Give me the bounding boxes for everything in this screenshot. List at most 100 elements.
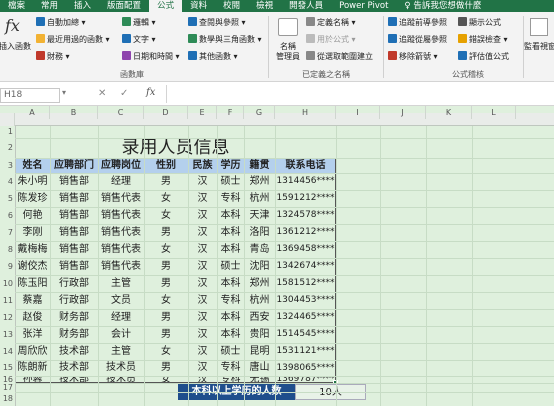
autosum-label: 自動加總 (47, 18, 79, 27)
trace-prec-label: 追蹤前導參照 (399, 18, 447, 27)
logical-button[interactable]: 邏輯 ▾ (122, 17, 156, 28)
row-header[interactable]: 14 (0, 343, 15, 360)
recent-functions-button[interactable]: 最近用過的函數 ▾ (36, 34, 110, 45)
autosum-button[interactable]: 自動加總 ▾ (36, 17, 86, 28)
tab-5[interactable]: 資料 (182, 0, 215, 12)
arrow-icon (388, 17, 397, 26)
error-check-button[interactable]: 錯誤檢查 ▾ (458, 34, 508, 45)
separator (383, 16, 384, 78)
row-header[interactable]: 18 (0, 392, 15, 406)
lookup-label: 查閱與參照 (199, 18, 239, 27)
column-header[interactable]: D (144, 106, 188, 119)
tab-10[interactable]: ♀ 告訴我您想做什麼 (396, 0, 489, 12)
lookup-button[interactable]: 查閱與參照 ▾ (188, 17, 246, 28)
datetime-button[interactable]: 日期和時間 ▾ (122, 51, 180, 62)
tab-3[interactable]: 版面配置 (99, 0, 149, 12)
watch-window-button[interactable]: 監看視窗 (524, 42, 554, 52)
tab-0[interactable]: 檔案 (0, 0, 33, 12)
gridline (15, 376, 554, 377)
column-header[interactable]: E (188, 106, 217, 119)
gridline (15, 383, 554, 384)
evaluate-label: 評估值公式 (469, 52, 509, 61)
cancel-icon[interactable]: ✕ (98, 88, 106, 99)
gridline (15, 126, 16, 406)
row-header[interactable]: 1 (0, 126, 15, 138)
insert-function-bar-icon[interactable]: fx (146, 87, 155, 98)
namebox-dropdown-icon[interactable]: ▾ (62, 88, 66, 97)
row-header[interactable]: 4 (0, 173, 15, 190)
name-box[interactable]: H18 (0, 88, 60, 103)
tab-9[interactable]: Power Pivot (331, 0, 396, 12)
book-icon (122, 34, 131, 43)
row-header[interactable]: 3 (0, 158, 15, 173)
row-header[interactable]: 7 (0, 224, 15, 241)
gridline (15, 326, 554, 327)
row-header[interactable]: 15 (0, 360, 15, 376)
math-button[interactable]: 數學與三角函數 ▾ (188, 34, 262, 45)
column-header[interactable]: A (15, 106, 50, 119)
name-manager-icon[interactable] (278, 18, 298, 36)
row-header[interactable]: 6 (0, 207, 15, 224)
ribbon: fx 插入函數 自動加總 ▾ 最近用過的函數 ▾ 財務 ▾ 邏輯 ▾ 文字 ▾ … (0, 12, 554, 82)
use-in-formula-button[interactable]: 用於公式 ▾ (306, 34, 356, 45)
gridline (15, 275, 554, 276)
arrow-icon (388, 34, 397, 43)
enter-icon[interactable]: ✓ (120, 88, 128, 99)
worksheet-grid[interactable]: 录用人员信息 姓名 应聘部门 应聘岗位 性别 民族 学历 籍贯 联系电话 朱小明 销售部 经理男汉硕士… (0, 106, 554, 406)
column-header[interactable]: K (426, 106, 472, 119)
row-header[interactable]: 16 (0, 376, 15, 384)
gridline (217, 126, 218, 406)
tab-2[interactable]: 插入 (66, 0, 99, 12)
gridline (15, 207, 554, 208)
row-header[interactable]: 17 (0, 383, 15, 392)
show-formulas-button[interactable]: 顯示公式 (458, 17, 501, 28)
select-all-corner[interactable] (0, 113, 15, 126)
insert-function-button[interactable]: 插入函數 (0, 42, 32, 52)
insert-function-icon[interactable]: fx (5, 16, 25, 36)
row-header[interactable]: 10 (0, 275, 15, 292)
use-in-formula-label: 用於公式 (317, 35, 349, 44)
watch-window-icon[interactable] (530, 18, 548, 36)
financial-button[interactable]: 財務 ▾ (36, 51, 70, 62)
define-name-label: 定義名稱 (317, 18, 349, 27)
define-name-button[interactable]: 定義名稱 ▾ (306, 17, 356, 28)
gridline (15, 190, 554, 191)
star-icon (36, 34, 45, 43)
sheet-title: 录用人员信息 (15, 138, 336, 158)
trace-precedents-button[interactable]: 追蹤前導參照 (388, 17, 447, 28)
text-button[interactable]: 文字 ▾ (122, 34, 156, 45)
column-header[interactable]: J (380, 106, 426, 119)
create-from-selection-button[interactable]: 從選取範圍建立 (306, 51, 373, 62)
remove-arrows-button[interactable]: 移除箭號 ▾ (388, 51, 438, 62)
gridline (15, 241, 554, 242)
column-header[interactable]: C (98, 106, 144, 119)
name-manager-button[interactable]: 名稱 管理員 (270, 42, 306, 62)
column-header[interactable]: B (50, 106, 98, 119)
gridline (472, 126, 473, 406)
row-header[interactable]: 9 (0, 258, 15, 275)
row-header[interactable]: 8 (0, 241, 15, 258)
trace-dependents-button[interactable]: 追蹤從屬參照 (388, 34, 447, 45)
column-header[interactable]: I (336, 106, 380, 119)
row-header[interactable]: 12 (0, 309, 15, 326)
book-icon (36, 51, 45, 60)
row-header[interactable]: 13 (0, 326, 15, 343)
formula-icon (458, 17, 467, 26)
tab-1[interactable]: 常用 (33, 0, 66, 12)
more-functions-button[interactable]: 其他函數 ▾ (188, 51, 238, 62)
column-header[interactable]: F (217, 106, 244, 119)
column-header[interactable]: G (244, 106, 275, 119)
tab-7[interactable]: 檢視 (248, 0, 281, 12)
tab-8[interactable]: 開發人員 (281, 0, 331, 12)
tab-4[interactable]: 公式 (149, 0, 183, 12)
evaluate-formula-button[interactable]: 評估值公式 (458, 51, 509, 62)
formula-input[interactable] (166, 85, 550, 103)
tab-6[interactable]: 校閱 (215, 0, 248, 12)
trace-dep-label: 追蹤從屬參照 (399, 35, 447, 44)
row-header[interactable]: 5 (0, 190, 15, 207)
gridline (380, 126, 381, 406)
row-header[interactable]: 11 (0, 292, 15, 309)
column-header[interactable]: L (472, 106, 516, 119)
row-header[interactable]: 2 (0, 138, 15, 158)
column-header[interactable]: H (275, 106, 336, 119)
